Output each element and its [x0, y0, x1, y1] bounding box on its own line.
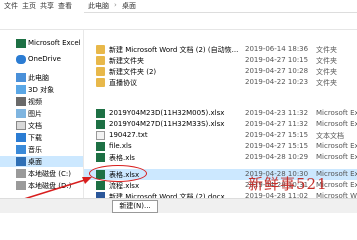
menu-share[interactable]: 共享 [40, 1, 54, 11]
sidebar-item-label: 图片 [28, 110, 42, 118]
excel-file-icon [96, 181, 105, 190]
file-date: 2019-04-27 15:15 [245, 142, 309, 150]
list-item[interactable]: 新建文件夹 (2) 2019-04-27 10:28 文件夹 [84, 66, 357, 77]
list-item[interactable]: 新建文件夹 2019-04-27 10:15 文件夹 [84, 55, 357, 66]
file-name: 流程.xlsx [109, 182, 140, 190]
sidebar-item-pictures[interactable]: 图片 [0, 108, 83, 119]
image-icon [16, 109, 26, 118]
file-name: 2019Y04M27D(11H32M33S).xlsx [109, 120, 225, 128]
toolbar [0, 13, 357, 30]
folder-icon [96, 56, 105, 65]
sidebar-item-desktop[interactable]: 桌面 [0, 156, 83, 167]
sidebar-item-label: OneDrive [28, 55, 61, 63]
file-date: 2019-04-27 10:15 [245, 56, 309, 64]
file-name: 新建文件夹 (2) [109, 68, 157, 76]
cloud-icon [16, 55, 26, 64]
folder-icon [96, 67, 105, 76]
sidebar-item-label: 此电脑 [28, 74, 49, 82]
file-date: 2019-06-14 18:36 [245, 45, 309, 53]
list-item[interactable]: file.xls 2019-04-27 15:15 Microsoft Exce… [84, 141, 357, 152]
excel-file-icon [96, 153, 105, 162]
file-date: 2019-04-27 15:15 [245, 131, 309, 139]
sidebar-item-label: 桌面 [28, 158, 42, 166]
file-date: 2019-04-27 10:28 [245, 67, 309, 75]
file-name: 2019Y04M23D(11H32M005).xlsx [109, 109, 225, 117]
sidebar-item-music[interactable]: 音乐 [0, 144, 83, 155]
sidebar-item-label: 3D 对象 [28, 86, 55, 94]
window-top: 文件 主页 共享 查看 此电脑 › 桌面 [0, 0, 357, 30]
file-type: 文件夹 [316, 46, 337, 54]
list-item[interactable]: 表格.xls 2019-04-28 10:29 Microsoft Excel [84, 152, 357, 163]
list-item[interactable]: 190427.txt 2019-04-27 15:15 文本文档 [84, 130, 357, 141]
list-item[interactable]: 新建 Microsoft Word 文档 (2) (自动恢... 2019-06… [84, 44, 357, 55]
menu-view[interactable]: 查看 [58, 1, 72, 11]
sidebar-item-label: 音乐 [28, 146, 42, 154]
music-icon [16, 145, 26, 154]
sidebar-item-label: Microsoft Excel [28, 39, 81, 47]
bottom-bar [0, 198, 357, 213]
excel-file-icon [96, 120, 105, 129]
excel-file-icon [96, 142, 105, 151]
list-item[interactable]: 2019Y04M23D(11H32M005).xlsx 2019-04-23 1… [84, 108, 357, 119]
computer-icon [16, 73, 26, 82]
breadcrumb-sep: › [114, 1, 117, 9]
file-date: 2019-04-23 11:32 [245, 109, 309, 117]
list-item[interactable]: 2019Y04M27D(11H32M33S).xlsx 2019-04-27 1… [84, 119, 357, 130]
sidebar-item-label: 下载 [28, 134, 42, 142]
file-type: Microsoft Excel [316, 142, 357, 150]
file-type: Microsoft Excel [316, 120, 357, 128]
file-type: 文件夹 [316, 57, 337, 65]
arrow-line [23, 178, 89, 200]
text-file-icon [96, 131, 105, 140]
highlight-ellipse [89, 165, 147, 182]
cube-icon [16, 85, 26, 94]
excel-icon [16, 39, 26, 48]
address-bar[interactable]: 此电脑 › 桌面 [84, 0, 357, 13]
file-type: Microsoft Excel [316, 153, 357, 161]
watermark: 新鲜事521 [248, 175, 328, 193]
arrow-head [82, 177, 92, 184]
document-icon [16, 121, 26, 130]
file-date: 2019-04-28 10:29 [245, 153, 309, 161]
file-type: 文件夹 [316, 79, 337, 87]
sidebar-item-thispc[interactable]: 此电脑 [0, 72, 83, 83]
sidebar-item-videos[interactable]: 视频 [0, 96, 83, 107]
file-date: 2019-04-27 11:32 [245, 120, 309, 128]
sidebar-item-label: 视频 [28, 98, 42, 106]
folder-icon [96, 78, 105, 87]
file-type: 文本文档 [316, 132, 344, 140]
menu-home[interactable]: 主页 [22, 1, 36, 11]
sidebar: Microsoft Excel OneDrive 此电脑 3D 对象 视频 图片… [0, 30, 84, 198]
file-name: 190427.txt [109, 131, 148, 139]
file-date: 2019-04-22 10:23 [245, 78, 309, 86]
file-name: 新建 Microsoft Word 文档 (2) (自动恢... [109, 46, 239, 54]
video-icon [16, 97, 26, 106]
menu-file[interactable]: 文件 [4, 1, 18, 11]
sidebar-item-label: 文档 [28, 122, 42, 130]
file-type: Microsoft Excel [316, 109, 357, 117]
list-item[interactable]: 直播协议 2019-04-22 10:23 文件夹 [84, 77, 357, 88]
sidebar-item-documents[interactable]: 文档 [0, 120, 83, 131]
file-name: 新建文件夹 [109, 57, 144, 65]
file-name: 表格.xls [109, 154, 135, 162]
breadcrumb-computer[interactable]: 此电脑 [88, 1, 109, 11]
desktop-icon [16, 157, 26, 166]
file-name: file.xls [109, 142, 132, 150]
folder-icon [96, 45, 105, 54]
breadcrumb-desktop[interactable]: 桌面 [122, 1, 136, 11]
file-name: 直播协议 [109, 79, 137, 87]
sidebar-item-excel[interactable]: Microsoft Excel [0, 38, 83, 49]
new-file-button[interactable]: 新建(N)... [112, 200, 158, 213]
sidebar-item-downloads[interactable]: 下载 [0, 132, 83, 143]
file-type: 文件夹 [316, 68, 337, 76]
sidebar-item-onedrive[interactable]: OneDrive [0, 54, 83, 65]
download-icon [16, 133, 26, 142]
sidebar-item-3d[interactable]: 3D 对象 [0, 84, 83, 95]
excel-file-icon [96, 109, 105, 118]
